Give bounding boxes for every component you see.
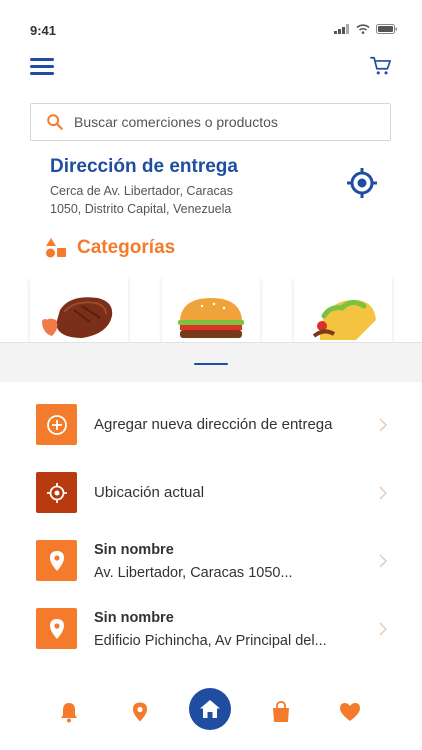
delivery-address-line1: Cerca de Av. Libertador, Caracas — [50, 184, 233, 198]
add-address-label: Agregar nueva dirección de entrega — [94, 416, 333, 433]
delivery-address-line2: 1050, Distrito Capital, Venezuela — [50, 202, 232, 216]
search-input[interactable] — [74, 114, 374, 130]
chevron-right-icon — [379, 418, 387, 432]
location-pin-icon[interactable] — [129, 701, 151, 723]
chevron-right-icon — [379, 554, 387, 568]
shopping-bag-icon[interactable] — [270, 701, 292, 723]
chevron-right-icon — [379, 486, 387, 500]
status-icons — [334, 24, 398, 34]
delivery-section[interactable]: Dirección de entrega Cerca de Av. Libert… — [50, 156, 350, 218]
status-bar: 9:41 — [0, 0, 422, 44]
category-card-taco[interactable] — [294, 276, 392, 342]
top-bar — [0, 52, 422, 84]
delivery-title: Dirección de entrega — [50, 156, 238, 177]
burger-icon — [178, 298, 244, 338]
menu-icon — [30, 58, 54, 61]
sheet-grip[interactable] — [194, 363, 228, 365]
cart-icon[interactable] — [370, 55, 392, 77]
location-pin-icon — [36, 540, 77, 581]
wifi-icon — [356, 24, 370, 34]
category-card-meat[interactable] — [30, 276, 128, 342]
category-cards — [0, 276, 422, 342]
battery-icon — [376, 24, 397, 34]
sheet-handle-area[interactable] — [0, 342, 422, 382]
taco-icon — [312, 300, 376, 340]
categories-title: Categorías — [77, 237, 176, 258]
address-detail: Av. Libertador, Caracas 1050... — [94, 565, 293, 581]
categories-icon — [46, 238, 66, 258]
search-bar[interactable] — [30, 103, 391, 141]
search-icon — [47, 114, 63, 130]
address-detail: Edificio Pichincha, Av Principal del... — [94, 633, 327, 649]
delivery-address: Cerca de Av. Libertador, Caracas 1050, D… — [50, 182, 250, 218]
crosshair-icon — [36, 472, 77, 513]
saved-address-row[interactable]: Sin nombre Edificio Pichincha, Av Princi… — [0, 608, 422, 672]
address-name: Sin nombre — [94, 610, 174, 626]
meat-icon — [42, 297, 113, 338]
add-circle-icon — [36, 404, 77, 445]
home-button[interactable] — [189, 688, 231, 730]
address-name: Sin nombre — [94, 542, 174, 558]
add-address-row[interactable]: Agregar nueva dirección de entrega — [0, 404, 422, 468]
bottom-nav — [0, 680, 422, 750]
home-icon — [200, 700, 220, 718]
category-card-burger[interactable] — [162, 276, 260, 342]
bell-icon[interactable] — [58, 701, 80, 723]
locate-icon[interactable] — [346, 167, 378, 199]
signal-icon — [334, 24, 349, 34]
saved-address-row[interactable]: Sin nombre Av. Libertador, Caracas 1050.… — [0, 540, 422, 604]
current-location-row[interactable]: Ubicación actual — [0, 472, 422, 536]
chevron-right-icon — [379, 622, 387, 636]
heart-icon[interactable] — [339, 701, 361, 723]
current-location-label: Ubicación actual — [94, 484, 205, 501]
status-time: 9:41 — [30, 23, 57, 38]
menu-button[interactable] — [30, 58, 54, 78]
categories-header: Categorías — [45, 237, 175, 259]
location-pin-icon — [36, 608, 77, 649]
